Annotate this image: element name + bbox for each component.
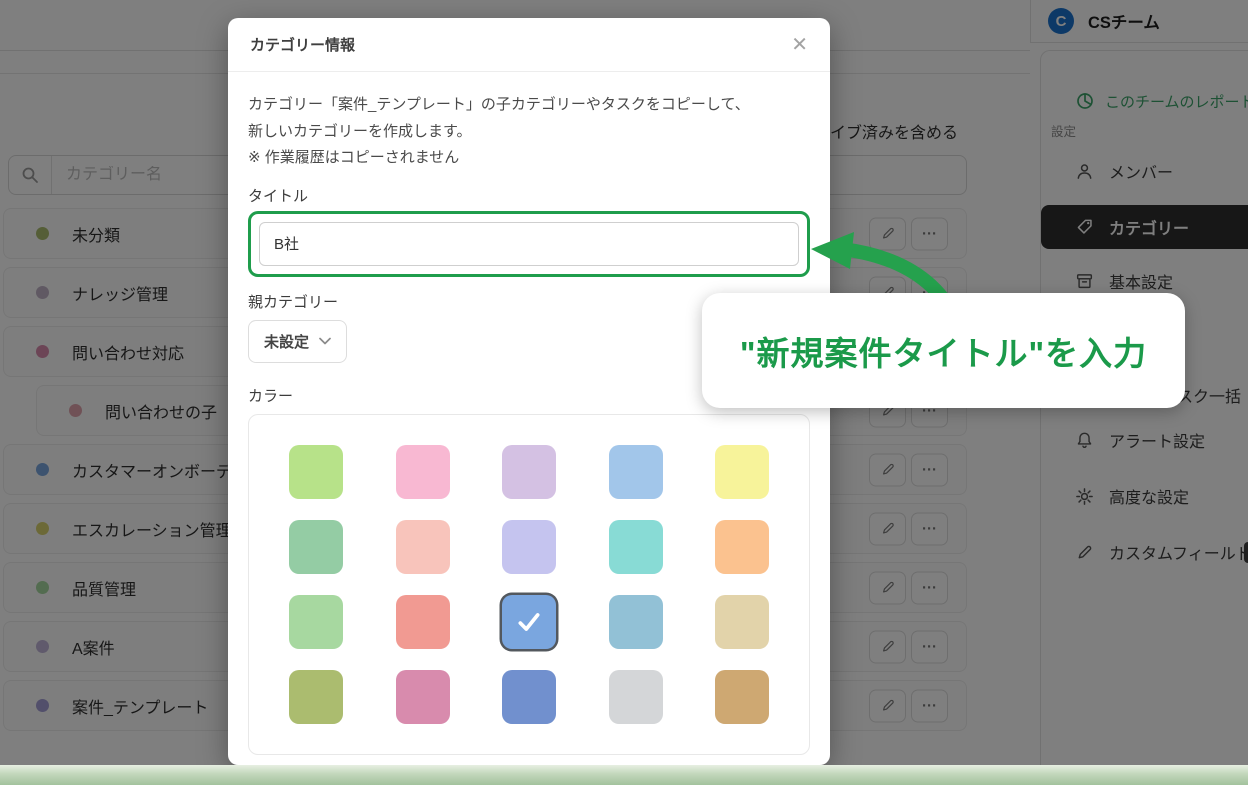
color-swatch[interactable] xyxy=(609,520,663,574)
color-swatch[interactable] xyxy=(715,445,769,499)
chevron-down-icon xyxy=(319,337,331,345)
check-icon xyxy=(516,609,542,635)
bottom-progress-bar xyxy=(0,765,1248,785)
description-note: ※ 作業履歴はコピーされません xyxy=(248,145,810,172)
screen: アーカイブ済みを含める 未分類 ··· ナレッジ管理 xyxy=(0,0,1248,785)
close-icon[interactable]: ✕ xyxy=(791,35,808,55)
color-swatch[interactable] xyxy=(289,445,343,499)
title-field-label: タイトル xyxy=(248,185,810,206)
title-field-highlight xyxy=(248,211,810,277)
color-swatch[interactable] xyxy=(715,670,769,724)
color-swatch[interactable] xyxy=(609,595,663,649)
category-title-input[interactable] xyxy=(259,222,799,266)
color-swatch[interactable] xyxy=(609,445,663,499)
modal-header: カテゴリー情報 ✕ xyxy=(228,18,830,72)
annotation-callout: "新規案件タイトル"を入力 xyxy=(702,293,1185,408)
parent-category-value: 未設定 xyxy=(264,331,309,352)
color-swatch[interactable] xyxy=(396,595,450,649)
description-line-2: 新しいカテゴリーを作成します。 xyxy=(248,119,810,146)
color-swatch[interactable] xyxy=(396,520,450,574)
parent-category-dropdown[interactable]: 未設定 xyxy=(248,320,347,363)
modal-description: カテゴリー「案件_テンプレート」の子カテゴリーやタスクをコピーして、 新しいカテ… xyxy=(248,92,810,172)
color-swatch[interactable] xyxy=(715,520,769,574)
color-swatch[interactable] xyxy=(502,445,556,499)
color-swatch-grid xyxy=(248,414,810,755)
color-swatch[interactable] xyxy=(715,595,769,649)
color-swatch[interactable] xyxy=(396,670,450,724)
color-swatch[interactable] xyxy=(396,445,450,499)
color-swatch[interactable] xyxy=(502,670,556,724)
color-swatch[interactable] xyxy=(289,595,343,649)
color-swatch[interactable] xyxy=(609,670,663,724)
description-line-1: カテゴリー「案件_テンプレート」の子カテゴリーやタスクをコピーして、 xyxy=(248,92,810,119)
color-swatch[interactable] xyxy=(289,670,343,724)
color-swatch[interactable] xyxy=(502,595,556,649)
color-swatch[interactable] xyxy=(289,520,343,574)
modal-body: カテゴリー「案件_テンプレート」の子カテゴリーやタスクをコピーして、 新しいカテ… xyxy=(228,72,830,765)
annotation-callout-text: "新規案件タイトル"を入力 xyxy=(740,327,1147,375)
color-swatch[interactable] xyxy=(502,520,556,574)
modal-title: カテゴリー情報 xyxy=(250,34,355,55)
